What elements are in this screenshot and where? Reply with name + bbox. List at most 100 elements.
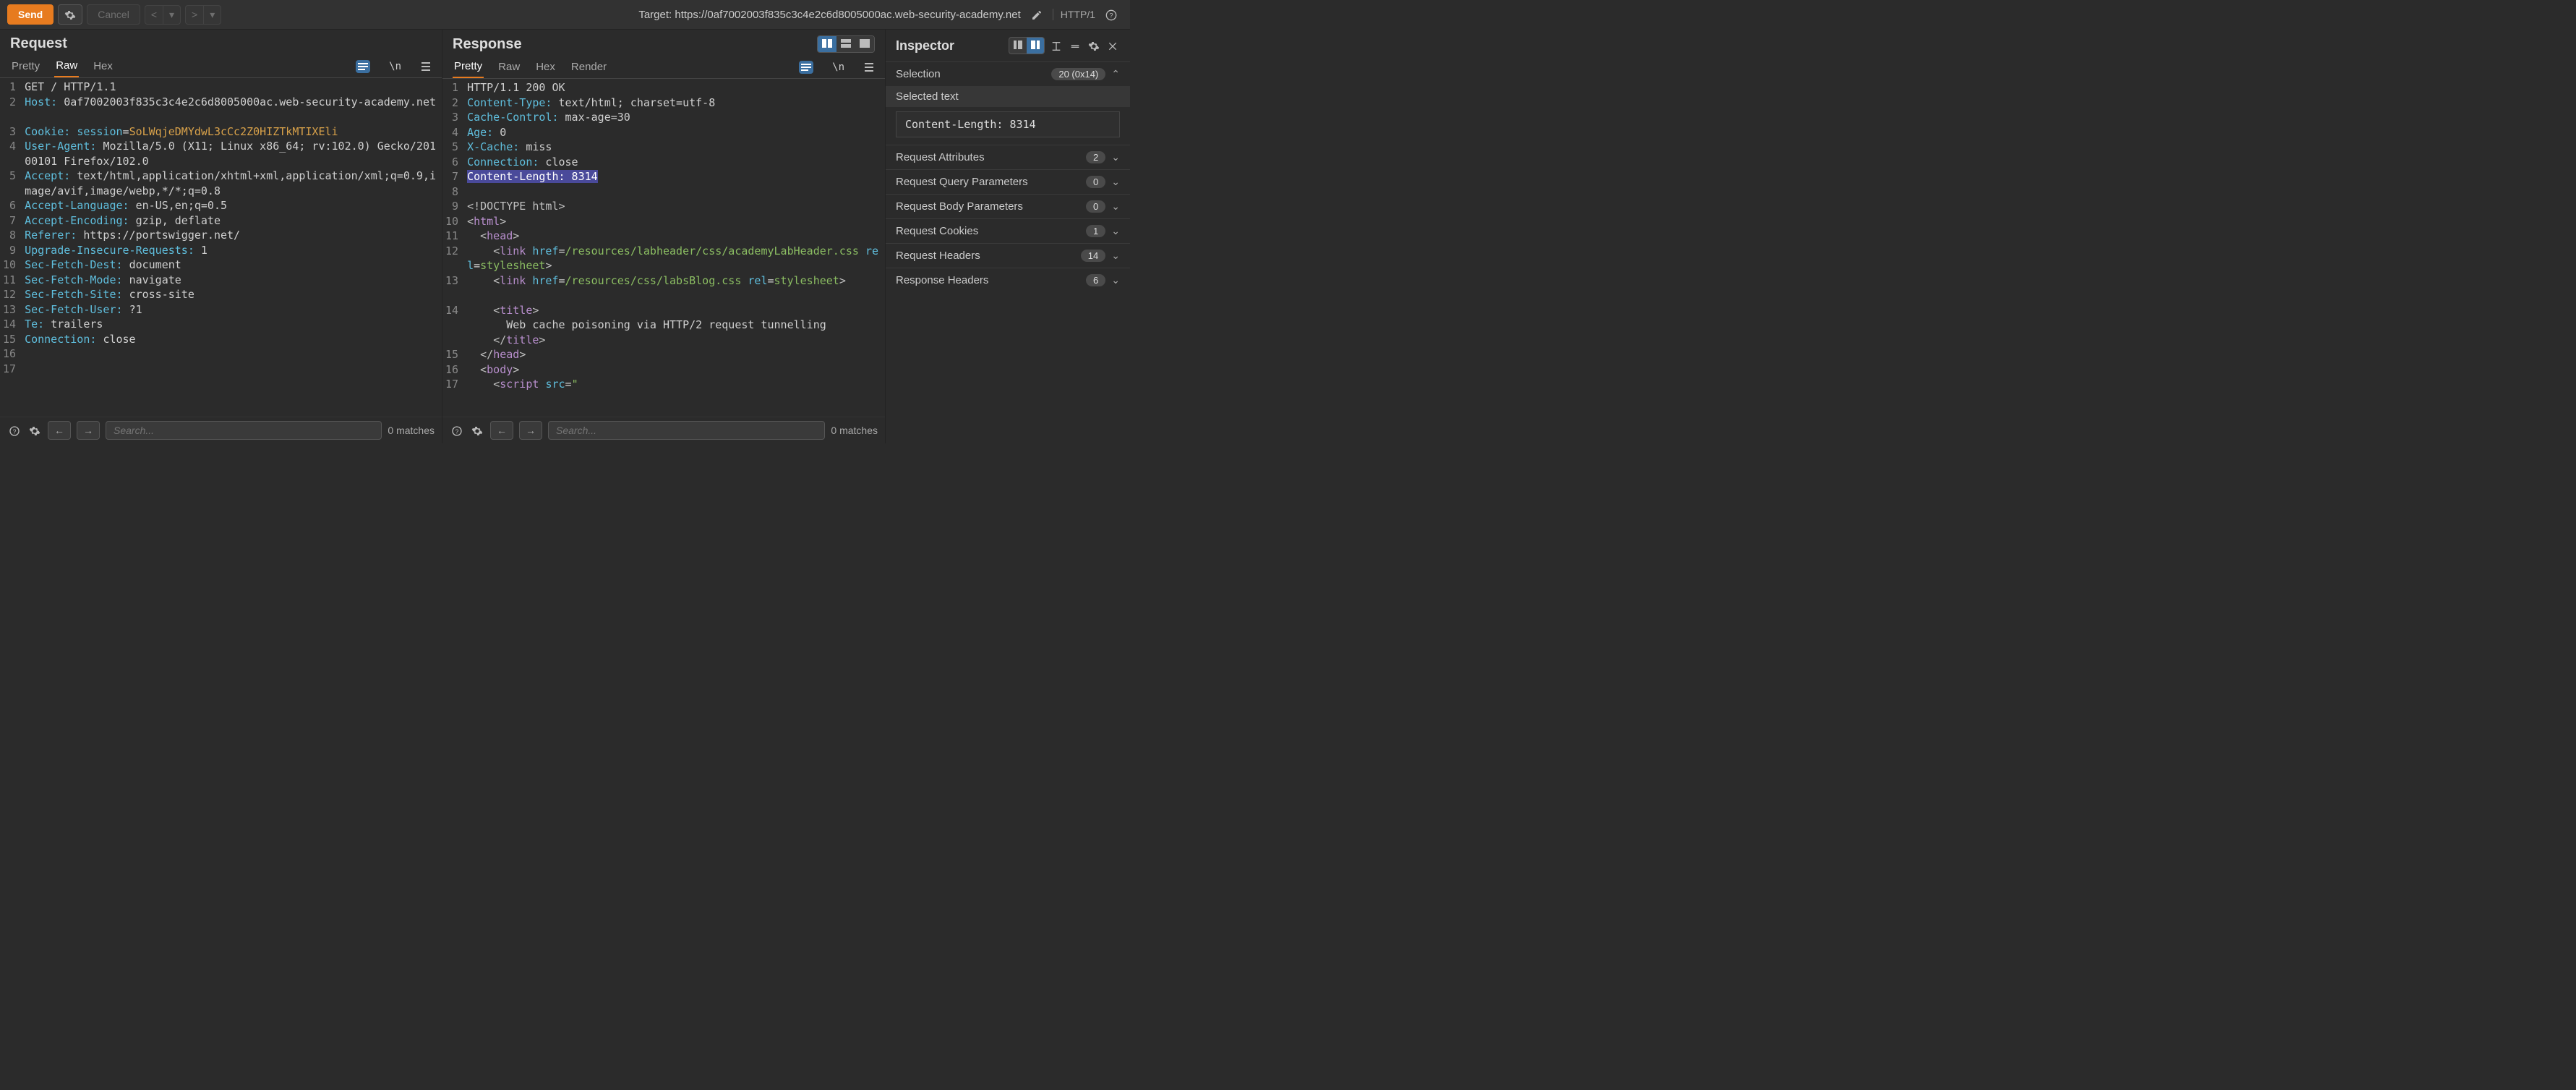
chevron-down-icon: ⌄: [1111, 200, 1120, 213]
caret-down-icon: ▾: [169, 9, 174, 20]
section-badge: 2: [1086, 151, 1105, 163]
inspector-section-header[interactable]: Request Headers14⌄: [886, 244, 1130, 268]
single-icon: [860, 39, 870, 48]
layout-single[interactable]: [855, 36, 874, 52]
search-prev-button[interactable]: ←: [48, 421, 71, 440]
inspector-section: Request Cookies1⌄: [886, 218, 1130, 243]
tab-pretty[interactable]: Pretty: [10, 56, 41, 77]
inspector-section-header[interactable]: Request Cookies1⌄: [886, 219, 1130, 243]
section-label: Request Cookies: [896, 225, 1086, 237]
history-forward-menu-button[interactable]: ▾: [203, 5, 221, 25]
inspector-layout-narrow[interactable]: [1009, 38, 1027, 54]
settings-toggle-button[interactable]: [58, 4, 82, 24]
menu-button[interactable]: [863, 59, 875, 75]
newline-toggle[interactable]: \n: [388, 59, 403, 74]
inspector-section: Request Query Parameters0 ⌄: [886, 169, 1130, 194]
target-label: Target: https://0af7002003f835c3c4e2c6d8…: [638, 9, 1020, 21]
history-back-group: < ▾: [145, 5, 181, 25]
response-viewer[interactable]: 1234567891011121314151617 HTTP/1.1 200 O…: [442, 79, 885, 417]
tab-hex[interactable]: Hex: [534, 56, 557, 77]
settings-button[interactable]: [470, 422, 484, 438]
inspector-layout-wide[interactable]: [1027, 38, 1044, 54]
selection-header[interactable]: Selection 20 (0x14) ⌃: [886, 62, 1130, 86]
inspector-selection-section: Selection 20 (0x14) ⌃ Selected text Cont…: [886, 61, 1130, 145]
arrow-left-icon: ←: [54, 425, 64, 436]
rows-icon: [841, 39, 851, 48]
inspector-title: Inspector: [896, 38, 1004, 54]
request-search-bar: ? ← → 0 matches: [0, 417, 442, 443]
history-forward-group: > ▾: [185, 5, 221, 25]
layout-stacked[interactable]: [836, 36, 855, 52]
chevron-down-icon: ⌄: [1111, 176, 1120, 188]
caret-down-icon: ▾: [210, 9, 215, 20]
request-editor[interactable]: 1234567891011121314151617 GET / HTTP/1.1…: [0, 78, 442, 417]
history-forward-button[interactable]: >: [185, 5, 203, 25]
selection-badge: 20 (0x14): [1051, 68, 1105, 80]
help-button[interactable]: ?: [7, 422, 22, 438]
section-badge: 0: [1086, 200, 1105, 213]
settings-button[interactable]: [27, 422, 42, 438]
help-icon: ?: [9, 425, 20, 437]
section-badge: 14: [1081, 250, 1105, 262]
inspector-section-header[interactable]: Response Headers6⌄: [886, 268, 1130, 292]
chevron-right-icon: >: [192, 9, 197, 20]
section-badge: 0: [1086, 176, 1105, 188]
tab-pretty[interactable]: Pretty: [453, 56, 484, 78]
help-icon: ?: [1105, 9, 1117, 21]
response-search-matches: 0 matches: [831, 425, 878, 436]
response-search-input[interactable]: [548, 421, 825, 440]
history-back-button[interactable]: <: [145, 5, 163, 25]
chevron-up-icon: ⌃: [1111, 68, 1120, 80]
actions-button[interactable]: [799, 61, 813, 74]
newline-toggle[interactable]: \n: [831, 60, 846, 74]
svg-text:?: ?: [13, 427, 17, 435]
inspector-panel: Inspector Selection 20 (0x14) ⌃ Selected…: [886, 30, 1130, 443]
history-back-menu-button[interactable]: ▾: [163, 5, 181, 25]
inspector-settings-button[interactable]: [1087, 38, 1101, 53]
selected-text-value: Content-Length: 8314: [896, 111, 1120, 137]
actions-button[interactable]: [356, 60, 370, 73]
tab-raw[interactable]: Raw: [497, 56, 521, 77]
search-next-button[interactable]: →: [77, 421, 100, 440]
svg-text:?: ?: [1109, 12, 1113, 19]
columns-icon: [822, 39, 832, 48]
menu-button[interactable]: [420, 59, 432, 74]
layout-side-by-side[interactable]: [818, 36, 836, 52]
expand-all-button[interactable]: [1049, 38, 1064, 53]
tab-render[interactable]: Render: [570, 56, 608, 77]
edit-target-button[interactable]: [1025, 5, 1048, 23]
http-version-label[interactable]: HTTP/1: [1053, 9, 1095, 20]
tab-raw[interactable]: Raw: [54, 55, 79, 77]
arrow-right-icon: →: [526, 425, 536, 436]
section-label: Request Headers: [896, 250, 1081, 262]
section-label: Request Query Parameters: [896, 176, 1086, 188]
request-panel: Request PrettyRawHex\n 12345678910111213…: [0, 30, 442, 443]
help-button[interactable]: ?: [450, 422, 464, 438]
chevron-down-icon: ⌄: [1111, 151, 1120, 163]
help-button[interactable]: ?: [1100, 5, 1123, 23]
response-panel: Response PrettyRawHexRender\n 1234567891…: [442, 30, 886, 443]
cancel-button[interactable]: Cancel: [87, 4, 140, 25]
send-button[interactable]: Send: [7, 4, 54, 25]
search-prev-button[interactable]: ←: [490, 421, 513, 440]
search-next-button[interactable]: →: [519, 421, 542, 440]
request-search-input[interactable]: [106, 421, 382, 440]
response-search-bar: ? ← → 0 matches: [442, 417, 885, 443]
section-label: Response Headers: [896, 274, 1086, 286]
gear-icon: [29, 425, 40, 437]
selection-label: Selection: [896, 68, 1051, 80]
arrow-right-icon: →: [83, 425, 93, 436]
inspector-section-header[interactable]: Request Attributes2⌄: [886, 145, 1130, 169]
response-tabs: Pretty Raw Hex Render \n: [442, 53, 885, 79]
inspector-section-header[interactable]: Request Query Parameters0 ⌄: [886, 170, 1130, 194]
inspector-close-button[interactable]: [1105, 38, 1120, 53]
gear-icon: [64, 9, 76, 21]
chevron-left-icon: <: [151, 9, 157, 20]
response-layout-toggle: [817, 35, 875, 53]
inspector-section-header[interactable]: Request Body Parameters0⌄: [886, 195, 1130, 218]
section-badge: 6: [1086, 274, 1105, 286]
collapse-all-button[interactable]: [1068, 38, 1082, 53]
narrow-icon: [1014, 41, 1022, 49]
tab-hex[interactable]: Hex: [92, 56, 114, 77]
gear-icon: [1088, 41, 1100, 52]
